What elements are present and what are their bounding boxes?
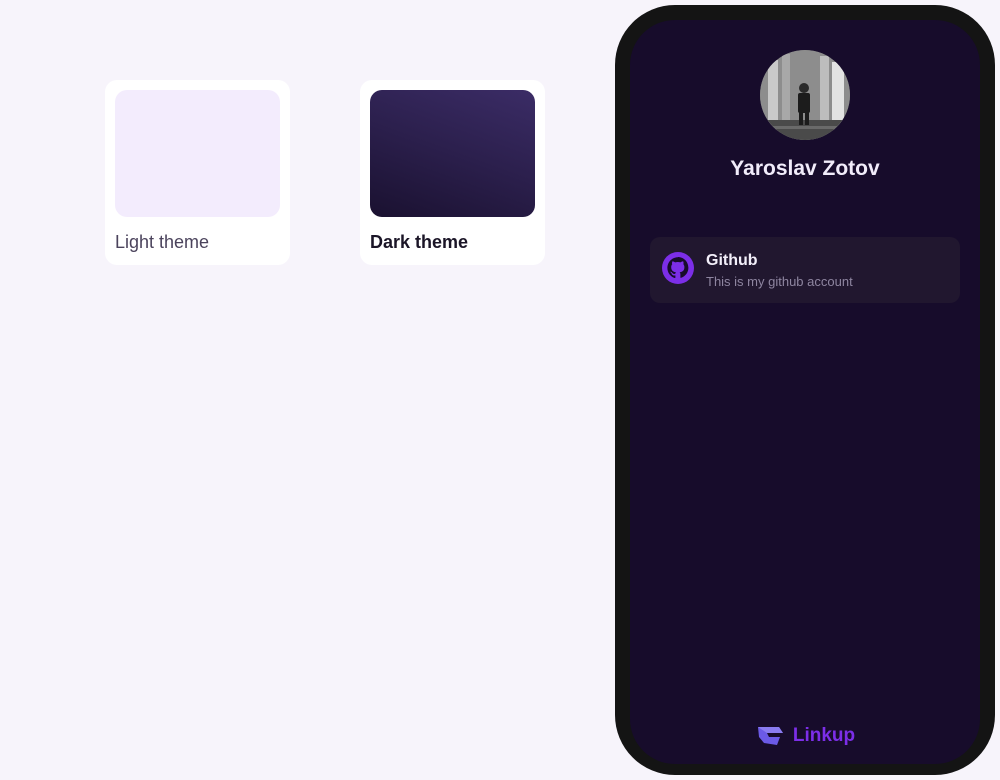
light-theme-preview bbox=[115, 90, 280, 217]
profile-name: Yaroslav Zotov bbox=[730, 157, 880, 180]
avatar bbox=[760, 50, 850, 140]
brand-name: Linkup bbox=[792, 725, 856, 746]
link-description: This is my github account bbox=[706, 274, 853, 289]
dark-theme-option[interactable]: Dark theme bbox=[360, 80, 545, 265]
brand-footer: Linkup bbox=[630, 723, 980, 749]
dark-theme-label: Dark theme bbox=[370, 232, 469, 252]
light-theme-option[interactable]: Light theme bbox=[105, 80, 290, 265]
github-icon bbox=[662, 252, 694, 284]
dark-theme-preview bbox=[370, 90, 535, 217]
linkup-logo-icon bbox=[757, 727, 783, 745]
light-theme-label: Light theme bbox=[115, 232, 210, 252]
link-card-github[interactable]: Github This is my github account bbox=[650, 237, 960, 303]
phone-preview: Yaroslav Zotov Github This is my github … bbox=[615, 5, 995, 775]
link-title: Github bbox=[706, 252, 758, 269]
phone-screen: Yaroslav Zotov Github This is my github … bbox=[630, 20, 980, 764]
